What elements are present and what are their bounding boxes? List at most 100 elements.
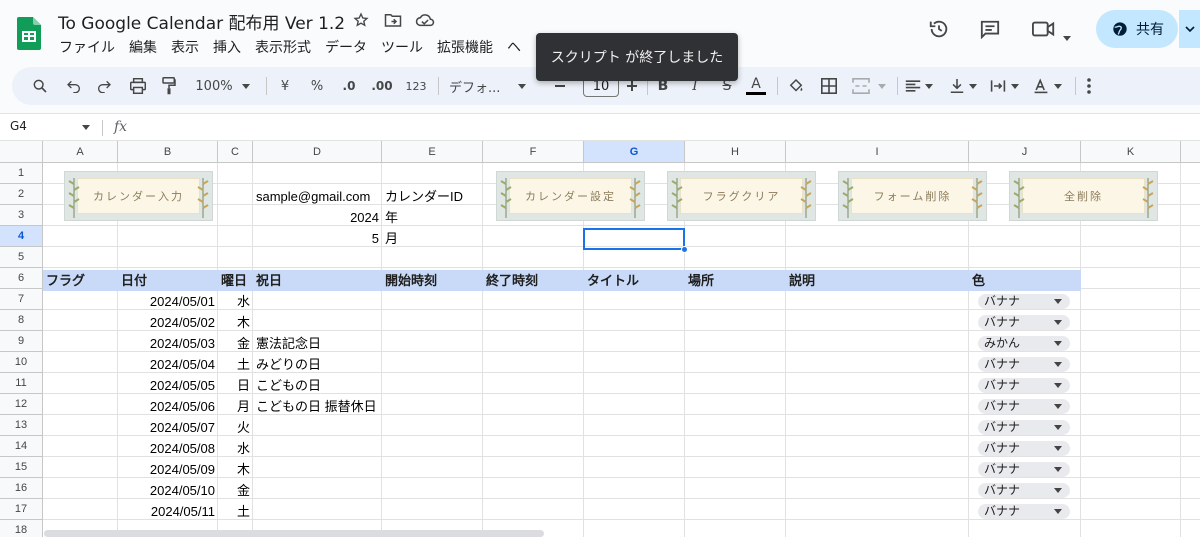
select-all-corner[interactable] xyxy=(0,141,43,163)
column-header-g[interactable]: G xyxy=(584,141,685,163)
color-dropdown[interactable]: バナナ xyxy=(978,399,1070,414)
date-cell[interactable]: 2024/05/08 xyxy=(118,438,215,459)
row-header-10[interactable]: 10 xyxy=(0,352,43,373)
horizontal-align-icon[interactable] xyxy=(902,67,924,105)
row-header-1[interactable]: 1 xyxy=(0,163,43,184)
weekday-cell[interactable]: 土 xyxy=(218,354,250,375)
color-dropdown[interactable]: バナナ xyxy=(978,441,1070,456)
more-vert-icon[interactable] xyxy=(1078,67,1100,105)
column-header-h[interactable]: H xyxy=(685,141,786,163)
selected-cell-g4[interactable] xyxy=(583,228,685,250)
column-header-e[interactable]: E xyxy=(382,141,483,163)
version-history-icon[interactable] xyxy=(928,18,950,44)
text-color-button[interactable]: A xyxy=(745,67,767,105)
merge-cells-icon[interactable] xyxy=(850,67,872,105)
weekday-cell[interactable]: 火 xyxy=(218,417,250,438)
header-description[interactable]: 説明 xyxy=(789,270,815,291)
weekday-cell[interactable]: 月 xyxy=(218,396,250,417)
borders-icon[interactable] xyxy=(818,67,840,105)
currency-format-button[interactable]: ¥ xyxy=(275,67,295,105)
delete-all-button[interactable]: 全削除 xyxy=(1009,171,1158,221)
fill-handle[interactable] xyxy=(681,246,688,253)
undo-icon[interactable] xyxy=(62,67,86,105)
name-box[interactable]: G4 xyxy=(10,119,27,133)
share-button[interactable]: 共有 xyxy=(1096,10,1178,48)
date-cell[interactable]: 2024/05/10 xyxy=(118,480,215,501)
weekday-cell[interactable]: 土 xyxy=(218,501,250,522)
name-box-chevron-down-icon[interactable] xyxy=(82,125,90,130)
form-delete-button[interactable]: フォーム削除 xyxy=(838,171,987,221)
year-cell[interactable]: 2024 xyxy=(253,207,379,228)
cloud-saved-icon[interactable] xyxy=(415,10,435,30)
row-header-8[interactable]: 8 xyxy=(0,310,43,331)
menu-tools[interactable]: ツール xyxy=(381,37,423,57)
color-dropdown[interactable]: バナナ xyxy=(978,294,1070,309)
row-header-6[interactable]: 6 xyxy=(0,268,43,289)
star-icon[interactable] xyxy=(351,10,371,30)
row-header-17[interactable]: 17 xyxy=(0,499,43,520)
fill-color-icon[interactable] xyxy=(785,67,807,105)
calendar-settings-button[interactable]: カレンダー設定 xyxy=(496,171,645,221)
weekday-cell[interactable]: 日 xyxy=(218,375,250,396)
header-color[interactable]: 色 xyxy=(972,270,985,291)
row-header-16[interactable]: 16 xyxy=(0,478,43,499)
zoom-chevron-down-icon[interactable] xyxy=(240,67,252,105)
date-cell[interactable]: 2024/05/01 xyxy=(118,291,215,312)
column-header-b[interactable]: B xyxy=(118,141,218,163)
row-header-2[interactable]: 2 xyxy=(0,184,43,205)
weekday-cell[interactable]: 木 xyxy=(218,312,250,333)
weekday-cell[interactable]: 水 xyxy=(218,291,250,312)
meet-chevron-down-icon[interactable] xyxy=(1063,26,1071,45)
row-header-12[interactable]: 12 xyxy=(0,394,43,415)
menu-edit[interactable]: 編集 xyxy=(129,37,157,57)
comments-icon[interactable] xyxy=(979,19,1001,43)
paint-format-icon[interactable] xyxy=(157,67,181,105)
weekday-cell[interactable]: 水 xyxy=(218,438,250,459)
weekday-cell[interactable]: 金 xyxy=(218,480,250,501)
color-dropdown[interactable]: バナナ xyxy=(978,315,1070,330)
row-header-5[interactable]: 5 xyxy=(0,247,43,268)
header-title[interactable]: タイトル xyxy=(587,270,639,291)
move-folder-icon[interactable] xyxy=(383,10,403,30)
color-dropdown[interactable]: バナナ xyxy=(978,483,1070,498)
merge-chevron-down-icon[interactable] xyxy=(876,67,888,105)
header-location[interactable]: 場所 xyxy=(688,270,714,291)
menu-data[interactable]: データ xyxy=(325,37,367,57)
color-dropdown[interactable]: バナナ xyxy=(978,357,1070,372)
date-cell[interactable]: 2024/05/06 xyxy=(118,396,215,417)
date-cell[interactable]: 2024/05/05 xyxy=(118,375,215,396)
sheets-logo-icon[interactable] xyxy=(17,17,41,50)
holiday-cell[interactable]: こどもの日 xyxy=(256,375,321,396)
holiday-cell[interactable]: 憲法記念日 xyxy=(256,333,321,354)
color-dropdown[interactable]: バナナ xyxy=(978,378,1070,393)
calendar-id-label-cell[interactable]: カレンダーID xyxy=(385,186,463,207)
row-header-14[interactable]: 14 xyxy=(0,436,43,457)
rotation-chevron-down-icon[interactable] xyxy=(1052,67,1064,105)
vertical-align-icon[interactable] xyxy=(946,67,968,105)
flag-clear-button[interactable]: フラグクリア xyxy=(667,171,816,221)
wrap-chevron-down-icon[interactable] xyxy=(1009,67,1021,105)
menu-help[interactable]: ヘ xyxy=(507,37,521,57)
menu-extensions[interactable]: 拡張機能 xyxy=(437,37,493,57)
column-header-j[interactable]: J xyxy=(969,141,1081,163)
valign-chevron-down-icon[interactable] xyxy=(967,67,979,105)
menu-format[interactable]: 表示形式 xyxy=(255,37,311,57)
redo-icon[interactable] xyxy=(92,67,116,105)
holiday-cell[interactable]: みどりの日 xyxy=(256,354,321,375)
font-chevron-down-icon[interactable] xyxy=(516,67,528,105)
year-label-cell[interactable]: 年 xyxy=(385,207,398,228)
row-header-11[interactable]: 11 xyxy=(0,373,43,394)
date-cell[interactable]: 2024/05/07 xyxy=(118,417,215,438)
month-label-cell[interactable]: 月 xyxy=(385,228,398,249)
holiday-cell[interactable]: こどもの日 振替休日 xyxy=(256,396,377,417)
column-header-l[interactable] xyxy=(1181,141,1200,163)
weekday-cell[interactable]: 金 xyxy=(218,333,250,354)
date-cell[interactable]: 2024/05/09 xyxy=(118,459,215,480)
calendar-input-button[interactable]: カレンダー入力 xyxy=(64,171,213,221)
color-dropdown[interactable]: バナナ xyxy=(978,504,1070,519)
header-end-time[interactable]: 終了時刻 xyxy=(486,270,538,291)
font-family-select[interactable]: デフォ... xyxy=(449,67,519,105)
share-menu-button[interactable] xyxy=(1178,10,1200,48)
row-header-9[interactable]: 9 xyxy=(0,331,43,352)
column-header-a[interactable]: A xyxy=(43,141,118,163)
